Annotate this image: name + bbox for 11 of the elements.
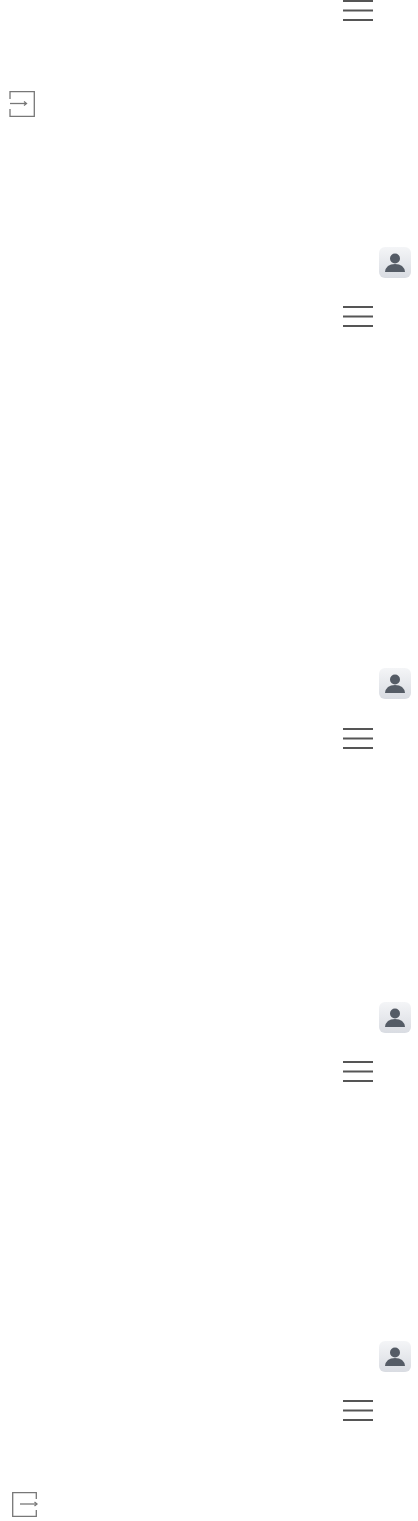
user-icon[interactable] (379, 247, 411, 278)
user-icon[interactable] (379, 1341, 411, 1372)
login-icon[interactable] (9, 91, 35, 117)
user-icon[interactable] (379, 668, 411, 699)
menu-icon[interactable] (343, 306, 373, 328)
logout-icon[interactable] (12, 1492, 38, 1517)
menu-icon[interactable] (343, 0, 373, 22)
menu-icon[interactable] (343, 1061, 373, 1083)
user-icon[interactable] (379, 1002, 411, 1033)
menu-icon[interactable] (343, 728, 373, 750)
menu-icon[interactable] (343, 1400, 373, 1422)
